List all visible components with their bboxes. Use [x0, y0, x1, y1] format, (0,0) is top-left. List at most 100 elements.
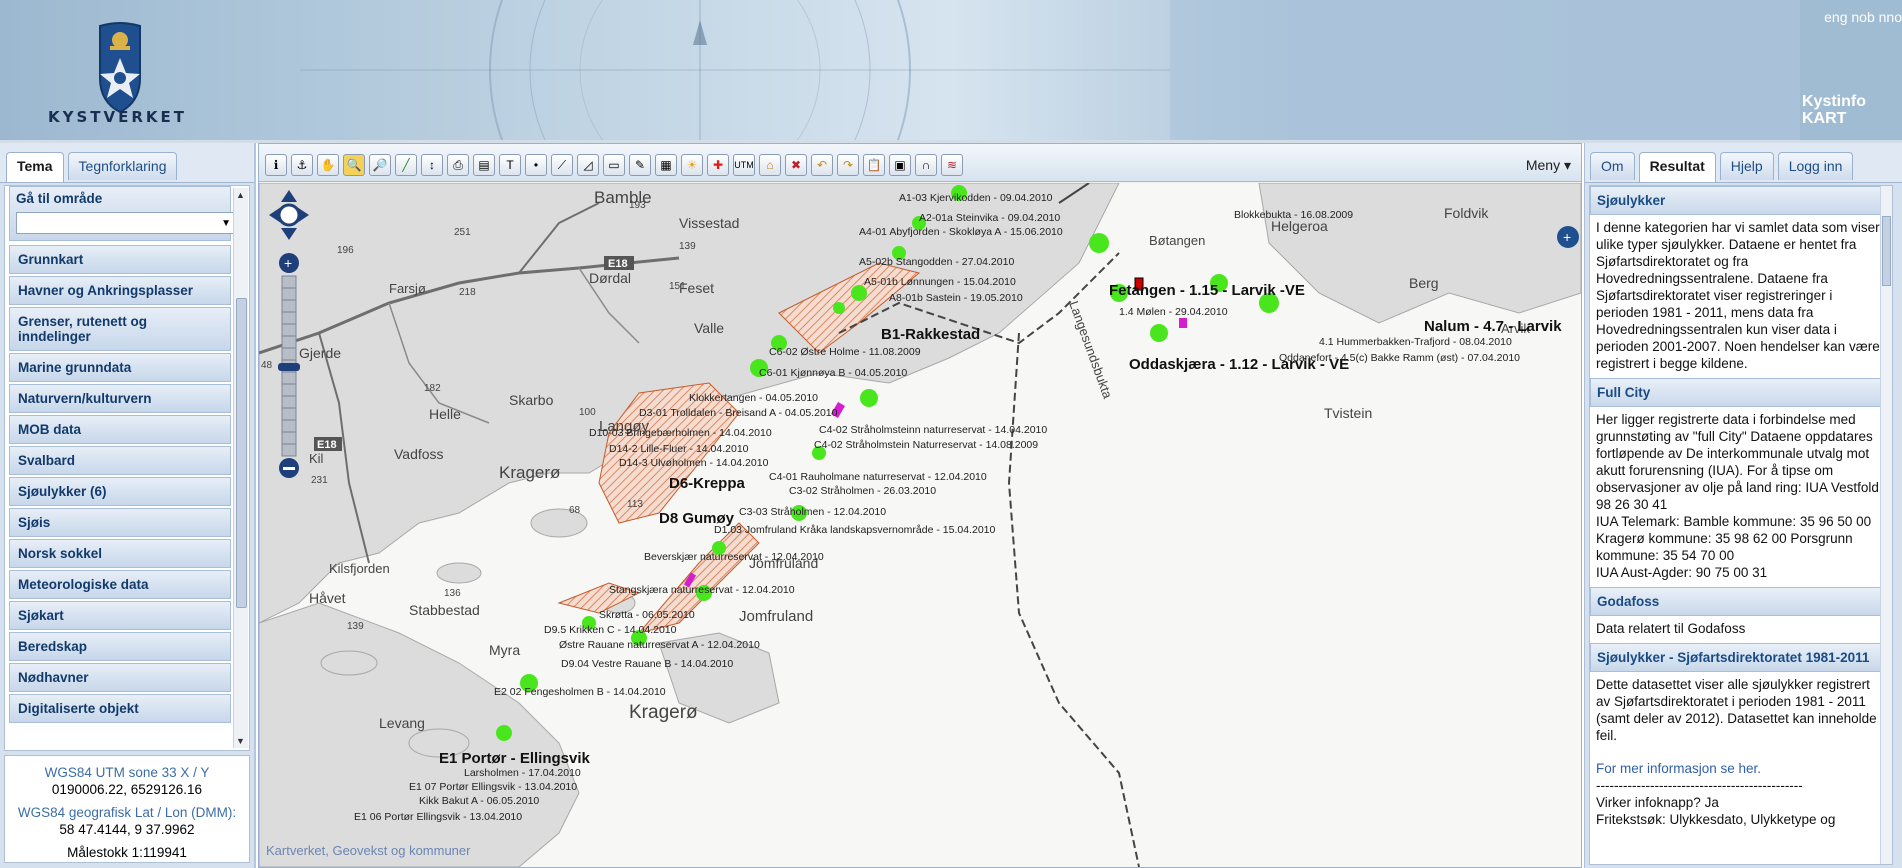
zoom-out-tool-icon[interactable]: 🔎	[369, 154, 391, 176]
profile-curve-icon[interactable]: ∩	[915, 154, 937, 176]
zoom-out-glyph	[283, 467, 295, 470]
pan-down-icon[interactable]	[281, 228, 297, 240]
map-canvas[interactable]: Bamble Vissestad Farsjø Dørdal Feset Gje…	[259, 183, 1581, 867]
theme-item-grenser[interactable]: Grenser, rutenett og inndelinger	[9, 307, 231, 351]
point-tool-icon[interactable]: •	[525, 154, 547, 176]
remove-layer-icon[interactable]: ✖	[785, 154, 807, 176]
header-banner: KYSTVERKET eng nob nno Kystinfo KART	[0, 0, 1902, 143]
harbor-icon[interactable]: ⌂	[759, 154, 781, 176]
area-label-fetangen: Fetangen - 1.15 - Larvik -VE	[1109, 282, 1305, 299]
incident-label: A1-03 Kjervikodden - 09.04.2010	[899, 192, 1053, 204]
right-panel: Om Resultat Hjelp Logg inn Sjøulykker I …	[1584, 143, 1902, 868]
theme-item-mob-data[interactable]: MOB data	[9, 415, 231, 444]
scrollbar-thumb[interactable]	[1882, 216, 1891, 286]
pan-hand-icon[interactable]: ✋	[317, 154, 339, 176]
theme-item-grunnkart[interactable]: Grunnkart	[9, 245, 231, 274]
calculator-icon[interactable]: ▦	[655, 154, 677, 176]
weather-sun-icon[interactable]: ☀	[681, 154, 703, 176]
scrollbar-thumb[interactable]	[236, 298, 247, 608]
theme-list-scrollbar[interactable]: ▲ ▼	[233, 188, 248, 748]
identify-tool-icon[interactable]: ⚓	[291, 154, 313, 176]
tab-tema[interactable]: Tema	[6, 152, 64, 182]
geo-value: 58 47.4144, 9 37.9962	[59, 822, 195, 837]
vertical-arrows-icon[interactable]: ↕	[421, 154, 443, 176]
print-map-icon[interactable]: ⎙	[447, 154, 469, 176]
tab-om[interactable]: Om	[1590, 152, 1635, 180]
emergency-cross-icon[interactable]: ✚	[707, 154, 729, 176]
incident-label: Klokkertangen - 04.05.2010	[689, 392, 818, 404]
measure-line-icon[interactable]: ╱	[395, 154, 417, 176]
highway-e18-label: E18	[608, 258, 628, 270]
tab-tegnforklaring[interactable]: Tegnforklaring	[67, 152, 178, 180]
incident-label: C4-02 Stråholmstein Naturreservat - 14.0…	[814, 439, 1038, 451]
tab-logg-inn[interactable]: Logg inn	[1777, 152, 1854, 180]
theme-item-digitaliserte-objekt[interactable]: Digitaliserte objekt	[9, 694, 231, 723]
language-links[interactable]: eng nob nno	[1824, 9, 1902, 25]
incident-label: Oddanefort - 4.5(c) Bakke Ramm (øst) - 0…	[1279, 352, 1520, 364]
scale-readout: Målestokk 1:119941	[67, 845, 187, 860]
pan-up-icon[interactable]	[281, 190, 297, 202]
result-list-scrollbar[interactable]	[1880, 186, 1892, 864]
map-area: ℹ ⚓ ✋ 🔍 🔎 ╱ ↕ ⎙ ▤ T • ⟋ ◿ ▭ ✎ ▦ ☀ ✚ UTM …	[258, 143, 1582, 868]
line-tool-icon[interactable]: ⟋	[551, 154, 573, 176]
left-tabbar: Tema Tegnforklaring	[0, 143, 254, 183]
theme-item-sjois[interactable]: Sjøis	[9, 508, 231, 537]
zoom-slider-handle[interactable]	[278, 363, 300, 371]
road-number: 139	[347, 621, 364, 632]
edit-tool-icon[interactable]: ✎	[629, 154, 651, 176]
theme-item-nodhavner[interactable]: Nødhavner	[9, 663, 231, 692]
theme-item-meteorologiske-data[interactable]: Meteorologiske data	[9, 570, 231, 599]
app-title-line1: Kystinfo	[1802, 93, 1866, 110]
zoom-in-tool-icon[interactable]: 🔍	[343, 154, 365, 176]
tab-resultat[interactable]: Resultat	[1638, 152, 1716, 182]
incident-label: Larsholmen - 17.04.2010	[464, 767, 581, 779]
incident-label: D9.04 Vestre Rauane B - 14.04.2010	[561, 658, 733, 670]
map-attribution[interactable]: Kartverket, Geovekst og kommuner	[266, 843, 470, 858]
incident-label: E1 07 Portør Ellingsvik - 13.04.2010	[409, 781, 577, 793]
chart-icon[interactable]: ≋	[941, 154, 963, 176]
zoom-control[interactable]: +	[269, 188, 309, 488]
app-title-line2: KART	[1802, 110, 1847, 127]
more-info-link[interactable]: For mer informasjon se her.	[1596, 760, 1886, 777]
incident-label: C6-01 Kjønnøya B - 04.05.2010	[759, 367, 907, 379]
road-number: 68	[569, 505, 581, 516]
clipboard-icon[interactable]: 📋	[863, 154, 885, 176]
theme-item-norsk-sokkel[interactable]: Norsk sokkel	[9, 539, 231, 568]
fullscreen-icon[interactable]: ▣	[889, 154, 911, 176]
result-section-title[interactable]: Godafoss	[1590, 587, 1892, 616]
theme-item-naturvern[interactable]: Naturvern/kulturvern	[9, 384, 231, 413]
app-title: Kystinfo KART	[1802, 93, 1866, 127]
theme-item-beredskap[interactable]: Beredskap	[9, 632, 231, 661]
map-toolbar: ℹ ⚓ ✋ 🔍 🔎 ╱ ↕ ⎙ ▤ T • ⟋ ◿ ▭ ✎ ▦ ☀ ✚ UTM …	[259, 144, 1581, 182]
tab-hjelp[interactable]: Hjelp	[1719, 152, 1774, 180]
result-section-title[interactable]: Sjøulykker	[1590, 186, 1892, 215]
theme-item-havner[interactable]: Havner og Ankringsplasser	[9, 276, 231, 305]
incident-label: Beverskjær naturreservat - 12.04.2010	[644, 551, 824, 563]
rectangle-tool-icon[interactable]: ▭	[603, 154, 625, 176]
undo-icon[interactable]: ↶	[811, 154, 833, 176]
scroll-up-icon[interactable]: ▲	[236, 190, 245, 200]
map-label-stabbestad: Stabbestad	[409, 602, 480, 618]
utm-value: 0190006.22, 6529126.16	[51, 782, 203, 797]
goto-area-select[interactable]: ▼	[16, 212, 238, 234]
polygon-tool-icon[interactable]: ◿	[577, 154, 599, 176]
scroll-down-icon[interactable]: ▼	[236, 736, 245, 746]
redo-icon[interactable]: ↷	[837, 154, 859, 176]
info-tool-icon[interactable]: ℹ	[265, 154, 287, 176]
pan-right-glyph: +	[1563, 229, 1571, 245]
map-image[interactable]: Bamble Vissestad Farsjø Dørdal Feset Gje…	[259, 183, 1581, 867]
result-section-title[interactable]: Sjøulykker - Sjøfartsdirektoratet 1981-2…	[1590, 643, 1892, 672]
utm-grid-icon[interactable]: UTM	[733, 154, 755, 176]
map-menu-button[interactable]: Meny ▾	[1526, 157, 1571, 174]
theme-item-sjokart[interactable]: Sjøkart	[9, 601, 231, 630]
theme-item-sjoulykker[interactable]: Sjøulykker (6)	[9, 477, 231, 506]
text-tool-icon[interactable]: T	[499, 154, 521, 176]
coordinate-readout: WGS84 UTM sone 33 X / Y 0190006.22, 6529…	[4, 755, 250, 863]
kystinfo-app: KYSTVERKET eng nob nno Kystinfo KART Tem…	[0, 0, 1902, 868]
theme-item-svalbard[interactable]: Svalbard	[9, 446, 231, 475]
road-number: 182	[424, 383, 441, 394]
result-section-title[interactable]: Full City	[1590, 378, 1892, 407]
theme-item-marine-grunndata[interactable]: Marine grunndata	[9, 353, 231, 382]
map-label-jomfruland-2: Jomfruland	[739, 608, 813, 625]
save-map-icon[interactable]: ▤	[473, 154, 495, 176]
